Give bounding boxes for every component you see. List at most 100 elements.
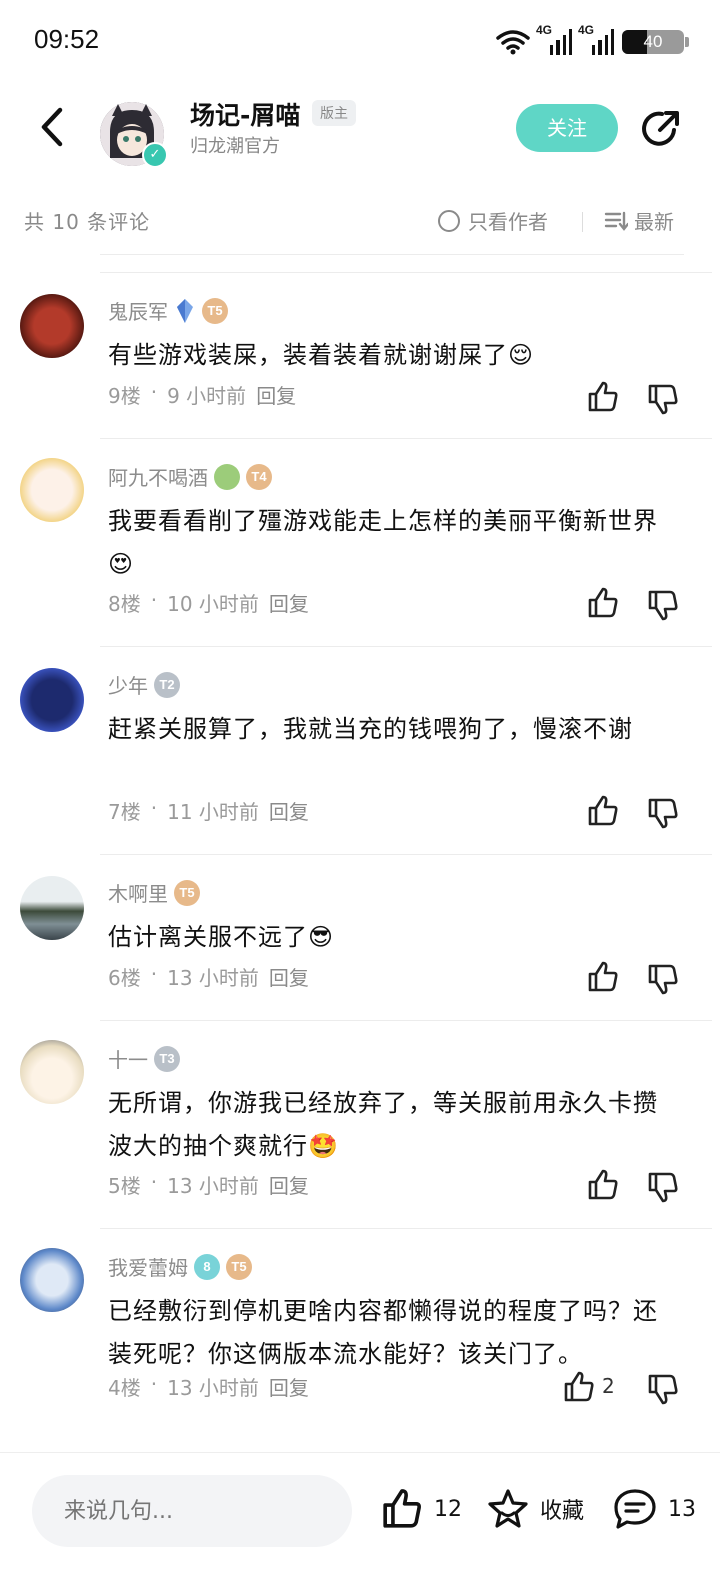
like-icon[interactable] [586, 380, 620, 414]
floor-number: 7楼 [108, 800, 141, 824]
comment-meta: 9楼 · 9 小时前 回复 [108, 380, 297, 409]
level-badge: T2 [154, 671, 180, 698]
post-header: ✓ 场记-屑喵 版主 归龙潮官方 关注 [0, 80, 720, 255]
comment-meta: 4楼 · 13 小时前 回复 [108, 1372, 309, 1401]
like-icon [383, 1489, 421, 1528]
commenter-name[interactable]: 十一 [108, 1044, 148, 1073]
commenter-avatar[interactable] [20, 668, 84, 732]
crystal-badge-icon [177, 298, 193, 323]
floor-number: 6楼 [108, 966, 141, 990]
comment-time: 13 小时前 [167, 1376, 259, 1400]
dislike-icon[interactable] [646, 382, 680, 416]
comments-button[interactable]: 13 [612, 1487, 696, 1531]
status-bar: 09:52 4G 4G 40 [0, 0, 720, 80]
cell-signal-icon: 4G [536, 23, 572, 55]
author-subtitle: 归龙潮官方 [190, 136, 280, 157]
commenter-name-row: 我爱蕾姆 8 T5 [108, 1252, 252, 1281]
level-badge: T5 [174, 879, 200, 906]
reply-button[interactable]: 回复 [269, 1170, 309, 1199]
comment-text: 已经敷衍到停机更啥内容都懒得说的程度了吗？还装死呢？你这俩版本流水能好？该关门了… [108, 1297, 658, 1368]
sort-label: 最新 [634, 210, 674, 234]
commenter-avatar[interactable] [20, 458, 84, 522]
comment-item: 木啊里 T5 估计离关服不远了😎 6楼 · 13 小时前 回复 [0, 854, 720, 1020]
commenter-name-row: 少年 T2 [108, 670, 180, 699]
author-name[interactable]: 场记-屑喵 [190, 96, 300, 132]
comment-input[interactable] [32, 1475, 352, 1547]
sort-toggle[interactable]: 最新 [604, 206, 674, 235]
author-avatar[interactable]: ✓ [100, 102, 168, 168]
divider [582, 212, 583, 232]
dislike-icon[interactable] [646, 1372, 680, 1406]
divider [100, 1228, 712, 1229]
like-icon[interactable] [562, 1370, 596, 1404]
like-icon[interactable] [586, 586, 620, 620]
verified-badge-icon: ✓ [142, 142, 168, 168]
commenter-name[interactable]: 阿九不喝酒 [108, 462, 208, 491]
commenter-name[interactable]: 我爱蕾姆 [108, 1252, 188, 1281]
reply-button[interactable]: 回复 [256, 380, 296, 409]
commenter-name[interactable]: 少年 [108, 670, 148, 699]
comment-time: 11 小时前 [167, 800, 259, 824]
like-post-button[interactable]: 12 [380, 1487, 462, 1531]
divider [100, 1020, 712, 1021]
like-icon[interactable] [586, 1168, 620, 1202]
author-only-label: 只看作者 [468, 210, 548, 234]
comment-time: 10 小时前 [167, 592, 259, 616]
follow-button[interactable]: 关注 [516, 104, 618, 152]
floor-number: 9楼 [108, 384, 141, 408]
collect-button[interactable]: 收藏 [486, 1487, 584, 1531]
dislike-icon[interactable] [646, 1170, 680, 1204]
like-count: 2 [602, 1374, 615, 1398]
moderator-badge: 版主 [312, 100, 356, 126]
comment-list: 鬼辰军 T5 有些游戏装屎，装着装着就谢谢屎了😌 9楼 · 9 小时前 回复 阿… [0, 272, 720, 1458]
divider [100, 646, 712, 647]
reply-button[interactable]: 回复 [269, 1372, 309, 1401]
comment-sort-bar: 共 10 条评论 只看作者 最新 [0, 186, 720, 256]
comment-meta: 7楼 · 11 小时前 回复 [108, 796, 309, 825]
comment-meta: 8楼 · 10 小时前 回复 [108, 588, 309, 617]
like-icon[interactable] [586, 794, 620, 828]
radio-circle-icon [438, 209, 460, 232]
comment-bubble-icon [614, 1489, 656, 1529]
commenter-avatar[interactable] [20, 1248, 84, 1312]
dislike-icon[interactable] [646, 962, 680, 996]
author-only-toggle[interactable]: 只看作者 [438, 206, 548, 235]
floor-number: 4楼 [108, 1376, 141, 1400]
commenter-avatar[interactable] [20, 876, 84, 940]
comment-item: 十一 T3 无所谓，你游我已经放弃了，等关服前用永久卡攒波大的抽个爽就行🤩 5楼… [0, 1020, 720, 1228]
level-badge: T4 [246, 463, 272, 490]
bottom-action-bar: 12 收藏 13 [0, 1452, 720, 1585]
divider [100, 272, 712, 273]
dislike-icon[interactable] [646, 796, 680, 830]
comment-item: 鬼辰军 T5 有些游戏装屎，装着装着就谢谢屎了😌 9楼 · 9 小时前 回复 [0, 272, 720, 438]
reply-button[interactable]: 回复 [269, 796, 309, 825]
battery-icon: 40 [622, 29, 692, 55]
like-icon[interactable] [586, 960, 620, 994]
star-icon [488, 1489, 528, 1528]
commenter-name-row: 阿九不喝酒 T4 [108, 462, 272, 491]
comment-total: 13 [668, 1496, 696, 1522]
reply-button[interactable]: 回复 [269, 962, 309, 991]
comment-text: 赶紧关服算了，我就当充的钱喂狗了，慢滚不谢 [108, 715, 633, 743]
wifi-icon [496, 30, 530, 55]
commenter-name[interactable]: 鬼辰军 [108, 296, 168, 325]
comment-meta: 6楼 · 13 小时前 回复 [108, 962, 309, 991]
collect-label: 收藏 [540, 1499, 585, 1524]
comment-meta: 5楼 · 13 小时前 回复 [108, 1170, 309, 1199]
status-time: 09:52 [34, 24, 100, 54]
level-badge: T5 [226, 1253, 252, 1280]
commenter-name-row: 鬼辰军 T5 [108, 296, 228, 325]
commenter-name-row: 十一 T3 [108, 1044, 180, 1073]
commenter-avatar[interactable] [20, 294, 84, 358]
comment-count: 共 10 条评论 [24, 210, 151, 234]
comment-text: 我要看看削了殭游戏能走上怎样的美丽平衡新世界😍 [108, 507, 658, 578]
commenter-name[interactable]: 木啊里 [108, 878, 168, 907]
sort-list-icon [604, 211, 628, 231]
commenter-avatar[interactable] [20, 1040, 84, 1104]
reply-button[interactable]: 回复 [269, 588, 309, 617]
level-badge: T3 [154, 1045, 180, 1072]
share-icon[interactable] [638, 106, 684, 152]
back-arrow-icon[interactable] [34, 102, 74, 152]
comment-item: 阿九不喝酒 T4 我要看看削了殭游戏能走上怎样的美丽平衡新世界😍 8楼 · 10… [0, 438, 720, 646]
dislike-icon[interactable] [646, 588, 680, 622]
